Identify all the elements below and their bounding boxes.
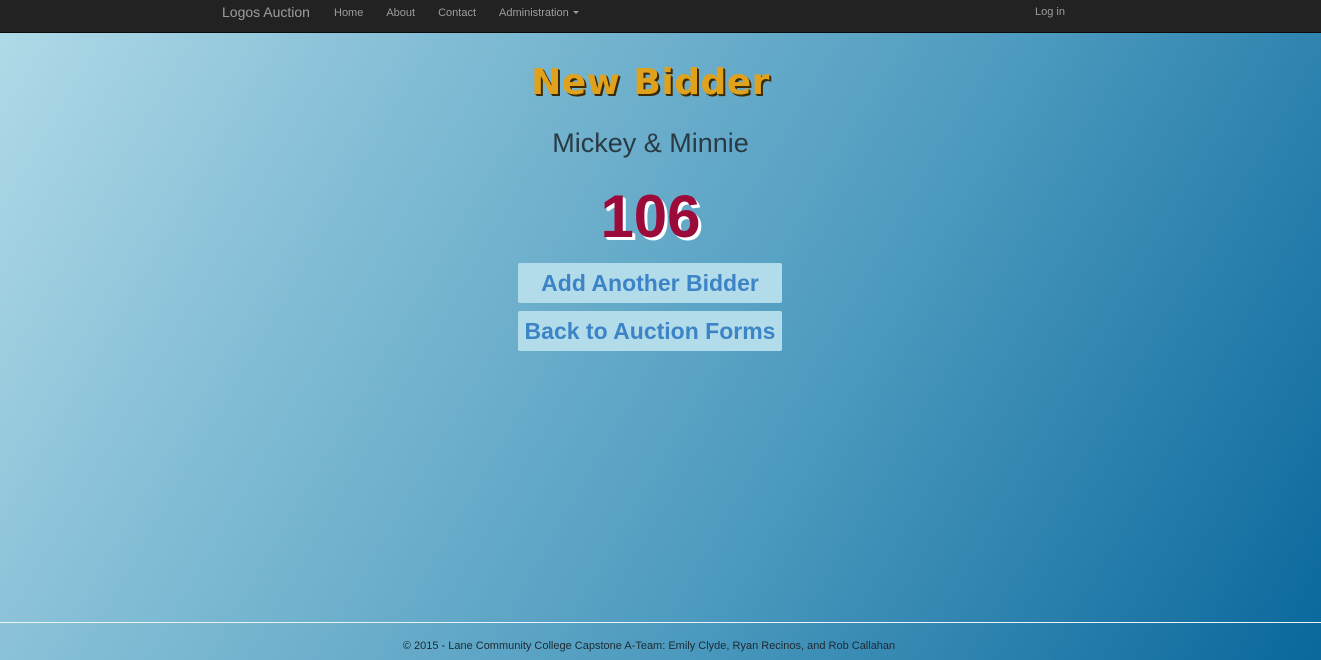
back-to-auction-forms-button[interactable]: Back to Auction Forms [518,311,782,351]
footer-divider [0,622,1321,623]
add-another-bidder-button[interactable]: Add Another Bidder [518,263,782,303]
nav-about[interactable]: About [386,7,415,19]
bidder-name: Mickey & Minnie [552,128,749,158]
caret-down-icon [572,11,579,15]
nav-links: Home About Contact Administration [334,0,602,25]
nav-administration-label: Administration [499,6,569,19]
page-title: New Bidder [531,62,770,103]
nav-administration-dropdown[interactable]: Administration [499,7,579,19]
bidder-number: 106 [600,183,701,250]
footer-copyright: © 2015 - Lane Community College Capstone… [402,640,896,652]
navbar-container: Logos Auction Home About Contact Adminis… [207,0,1080,32]
brand-link[interactable]: Logos Auction [222,0,310,25]
top-navbar: Logos Auction Home About Contact Adminis… [0,0,1321,33]
nav-contact[interactable]: Contact [438,7,476,19]
nav-home[interactable]: Home [334,7,363,19]
login-link[interactable]: Log in [1035,0,1065,25]
